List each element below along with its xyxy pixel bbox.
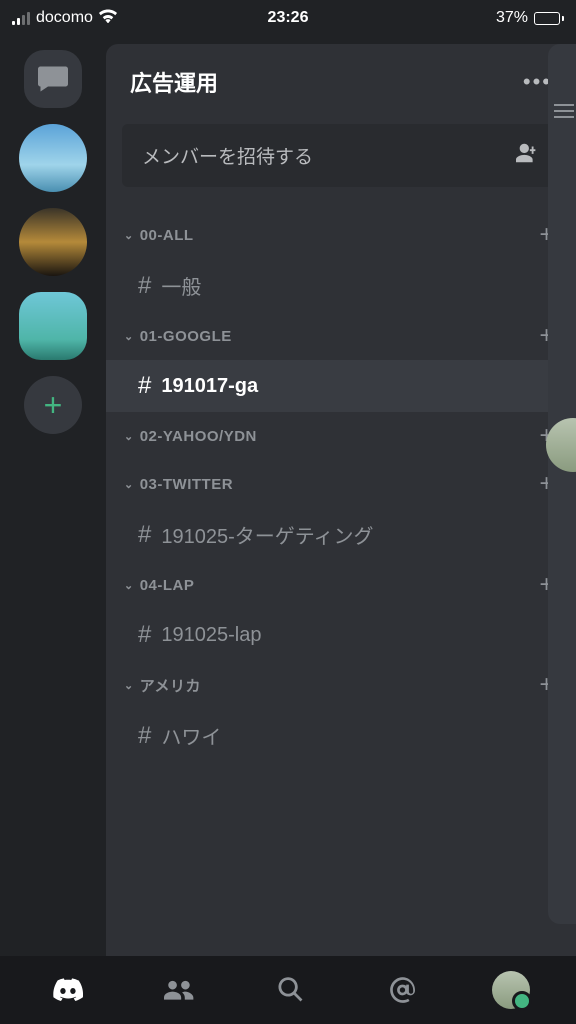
category-name: 01-GOOGLE (140, 328, 232, 345)
channel-item[interactable]: # 一般 (118, 259, 564, 312)
channel-item[interactable]: #191025-lap (118, 609, 564, 661)
chevron-down-icon: ⌄ (124, 229, 134, 242)
chevron-down-icon: ⌄ (124, 430, 134, 443)
panel-header[interactable]: 広告運用 ••• (106, 44, 576, 120)
signal-icon (12, 12, 30, 25)
category: ⌄02-YAHOO/YDN+ (106, 412, 576, 460)
chevron-down-icon: ⌄ (124, 679, 134, 692)
server-name: 広告運用 (130, 66, 218, 98)
invite-button[interactable]: メンバーを招待する (122, 124, 560, 187)
category-name: 02-YAHOO/YDN (140, 428, 257, 445)
hash-icon: # (138, 372, 151, 400)
channel-name: 191025-lap (161, 624, 261, 647)
category-name: アメリカ (140, 675, 201, 696)
category-header[interactable]: ⌄00-ALL+ (118, 211, 564, 259)
server-avatar-2[interactable] (19, 208, 87, 276)
direct-messages-button[interactable] (24, 50, 82, 108)
category: ⌄01-GOOGLE+#191017-ga (106, 312, 576, 412)
category: ⌄03-TWITTER+#191025-ターゲティング (106, 460, 576, 561)
category: ⌄00-ALL+#一般 (106, 211, 576, 312)
category: ⌄アメリカ+#ハワイ (106, 661, 576, 762)
battery-percent: 37% (496, 9, 528, 27)
status-left: docomo (12, 9, 117, 28)
invite-label: メンバーを招待する (142, 142, 313, 169)
category-header[interactable]: ⌄04-LAP+ (118, 561, 564, 609)
channel-item[interactable]: #191017-ga (106, 360, 576, 412)
add-user-icon (516, 143, 540, 168)
nav-discord-icon[interactable] (46, 968, 90, 1012)
hash-icon: # (138, 272, 151, 300)
right-panel-sliver[interactable] (548, 44, 576, 924)
bottom-nav (0, 956, 576, 1024)
channel-item[interactable]: #191025-ターゲティング (118, 508, 564, 561)
nav-mentions-icon[interactable] (381, 968, 425, 1012)
chevron-down-icon: ⌄ (124, 330, 134, 343)
category-header[interactable]: ⌄02-YAHOO/YDN+ (118, 412, 564, 460)
channel-name: 191025-ターゲティング (161, 520, 373, 549)
category-header[interactable]: ⌄03-TWITTER+ (118, 460, 564, 508)
category-name: 00-ALL (140, 227, 194, 244)
server-avatar-3[interactable] (19, 292, 87, 360)
chevron-down-icon: ⌄ (124, 478, 134, 491)
hash-icon: # (138, 621, 151, 649)
clock: 23:26 (268, 9, 309, 27)
peek-avatar (546, 418, 576, 472)
chevron-down-icon: ⌄ (124, 579, 134, 592)
server-rail: + (0, 36, 106, 956)
category-header[interactable]: ⌄01-GOOGLE+ (118, 312, 564, 360)
channel-name: 191017-ga (161, 375, 258, 398)
server-avatar-1[interactable] (19, 124, 87, 192)
category-name: 03-TWITTER (140, 476, 233, 493)
hash-icon: # (138, 521, 151, 549)
category-name: 04-LAP (140, 577, 195, 594)
wifi-icon (99, 9, 117, 28)
channel-name: ハワイ (161, 721, 221, 750)
category-header[interactable]: ⌄アメリカ+ (118, 661, 564, 709)
hash-icon: # (138, 722, 151, 750)
nav-user-avatar[interactable] (492, 971, 530, 1009)
channel-name: 一般 (161, 271, 201, 300)
hamburger-icon[interactable] (554, 104, 574, 118)
battery-icon (534, 12, 564, 25)
status-right: 37% (496, 9, 564, 27)
channel-item[interactable]: # ハワイ (118, 709, 564, 762)
nav-search-icon[interactable] (269, 968, 313, 1012)
channel-list[interactable]: ⌄00-ALL+#一般⌄01-GOOGLE+#191017-ga⌄02-YAHO… (106, 211, 576, 956)
channel-panel: 広告運用 ••• メンバーを招待する ⌄00-ALL+#一般⌄01-GOOGLE… (106, 44, 576, 956)
carrier-label: docomo (36, 9, 93, 27)
nav-friends-icon[interactable] (157, 968, 201, 1012)
category: ⌄04-LAP+#191025-lap (106, 561, 576, 661)
status-bar: docomo 23:26 37% (0, 0, 576, 36)
add-server-button[interactable]: + (24, 376, 82, 434)
